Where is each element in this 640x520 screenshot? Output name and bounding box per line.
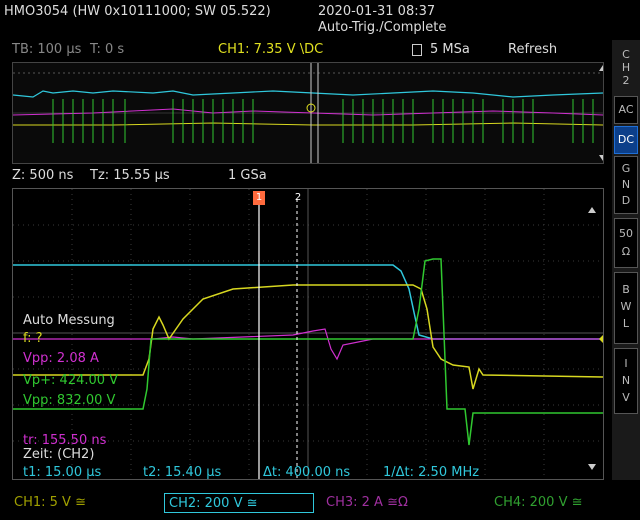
measurement-rise-time: tr: 155.50 ns xyxy=(23,433,107,448)
measurement-frequency: f: ? xyxy=(23,331,43,346)
acquisition-status: Auto-Trig./Complete xyxy=(318,20,447,35)
memory-icon xyxy=(412,44,422,56)
timebase[interactable]: TB: 100 µs xyxy=(12,42,81,57)
ch4-scale[interactable]: CH4: 200 V ≅ xyxy=(490,493,587,513)
overview-traces xyxy=(12,63,607,163)
ch1-scale[interactable]: CH1: 5 V ≅ xyxy=(10,493,90,513)
info-bar: TB: 100 µs T: 0 s CH1: 7.35 V \DC 5 MSa … xyxy=(0,40,612,60)
channel-bar: CH1: 5 V ≅ CH2: 200 V ≅ CH3: 2 A ≅Ω CH4:… xyxy=(0,490,640,520)
measurement-vpp-ch3: Vpp: 2.08 A xyxy=(23,351,99,366)
zoom-timebase[interactable]: Z: 500 ns xyxy=(12,168,73,183)
grid-scroll-down-icon xyxy=(588,464,596,470)
cursor-1-marker[interactable]: 1 xyxy=(253,191,265,205)
datetime: 2020-01-31 08:37 xyxy=(318,4,436,19)
channel-sidebar: C H 2 AC DC G N D 50 Ω B W L I N V xyxy=(612,40,640,480)
channel-indicator: C H 2 xyxy=(614,48,638,88)
ch3-scale[interactable]: CH3: 2 A ≅Ω xyxy=(322,493,412,513)
trigger-level-icon xyxy=(599,335,603,343)
coupling-gnd-button[interactable]: G N D xyxy=(614,156,638,214)
overview-ch1-trace xyxy=(13,122,604,126)
overview-scroll-down-icon xyxy=(599,155,607,161)
device-info: HMO3054 (HW 0x10111000; SW 05.522) xyxy=(4,4,271,19)
sample-rate: 5 MSa xyxy=(430,42,470,57)
bandwidth-limit-button[interactable]: B W L xyxy=(614,272,638,344)
trigger-setting[interactable]: CH1: 7.35 V \DC xyxy=(218,42,323,57)
coupling-dc-button[interactable]: DC xyxy=(614,126,638,154)
cursor-frequency-readout: 1/Δt: 2.50 MHz xyxy=(383,465,480,480)
time-offset[interactable]: T: 0 s xyxy=(90,42,124,57)
title-bar: HMO3054 (HW 0x10111000; SW 05.522) 2020-… xyxy=(0,0,640,40)
coupling-ac-button[interactable]: AC xyxy=(614,96,638,124)
cursor-t1-readout: t1: 15.00 µs xyxy=(23,465,102,480)
overview-ch4-burst xyxy=(52,99,594,143)
cursor-2-marker[interactable]: 2 xyxy=(292,191,304,205)
invert-button[interactable]: I N V xyxy=(614,348,638,414)
auto-measurement-header[interactable]: Auto Messung xyxy=(23,313,115,328)
zoom-sample-rate: 1 GSa xyxy=(228,168,267,183)
measurement-vpp-ch4: Vpp: 832.00 V xyxy=(23,393,116,408)
overview-scroll-up-icon xyxy=(599,65,607,71)
overview-ch2-trace xyxy=(12,90,604,98)
cursor-delta-readout: Δt: 400.00 ns xyxy=(263,465,351,480)
ch2-scale[interactable]: CH2: 200 V ≅ xyxy=(164,493,314,513)
impedance-50-button[interactable]: 50 Ω xyxy=(614,218,638,268)
overview-waveform-panel[interactable] xyxy=(12,62,607,164)
main-waveform-display[interactable]: 1 2 Auto Messung f: ? Vpp: 2.08 A Vp+: 4… xyxy=(12,188,604,480)
acquisition-mode[interactable]: Refresh xyxy=(508,42,557,57)
cursor-t2-readout: t2: 15.40 µs xyxy=(143,465,222,480)
measurement-source: Zeit: (CH2) xyxy=(23,447,95,462)
measurement-vp-plus: Vp+: 424.00 V xyxy=(23,373,119,388)
grid-scroll-up-icon xyxy=(588,207,596,213)
zoom-offset[interactable]: Tz: 15.55 µs xyxy=(90,168,170,183)
zoom-bar: Z: 500 ns Tz: 15.55 µs 1 GSa xyxy=(0,166,612,186)
